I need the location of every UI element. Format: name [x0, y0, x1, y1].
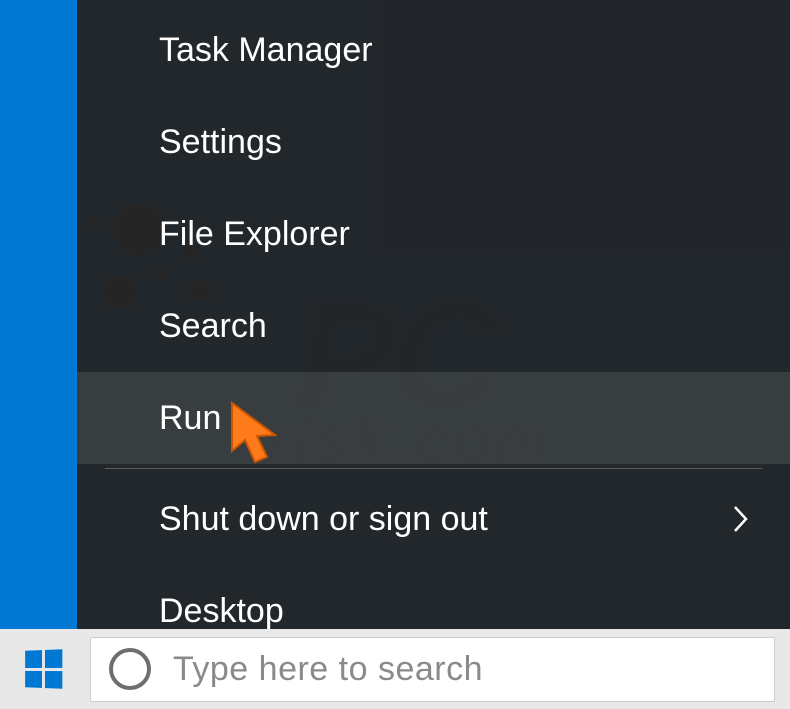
menu-item-file-explorer[interactable]: File Explorer: [77, 188, 790, 280]
taskbar: Type here to search: [0, 629, 790, 709]
start-button[interactable]: [0, 629, 85, 709]
menu-item-label: Desktop: [159, 592, 284, 631]
search-placeholder: Type here to search: [173, 650, 483, 689]
menu-item-settings[interactable]: Settings: [77, 96, 790, 188]
search-box[interactable]: Type here to search: [90, 637, 775, 702]
menu-item-run[interactable]: Run: [77, 372, 790, 464]
menu-item-label: File Explorer: [159, 215, 350, 254]
menu-item-label: Run: [159, 399, 221, 438]
winx-context-menu: Task Manager Settings File Explorer Sear…: [77, 0, 790, 659]
menu-item-label: Settings: [159, 123, 282, 162]
menu-item-task-manager[interactable]: Task Manager: [77, 4, 790, 96]
menu-item-label: Task Manager: [159, 31, 373, 70]
menu-divider: [105, 468, 762, 469]
search-icon: [109, 648, 151, 690]
menu-item-search[interactable]: Search: [77, 280, 790, 372]
menu-item-shutdown[interactable]: Shut down or sign out: [77, 473, 790, 565]
windows-logo-icon: [25, 649, 62, 689]
desktop-background: PC risk.com Task Manager Settings File E…: [0, 0, 790, 709]
menu-item-label: Shut down or sign out: [159, 500, 488, 539]
chevron-right-icon: [732, 503, 750, 535]
menu-item-label: Search: [159, 307, 267, 346]
